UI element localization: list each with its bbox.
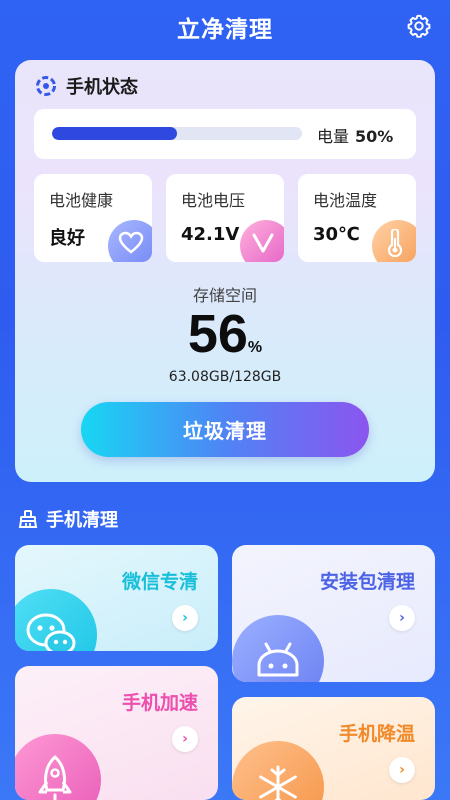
tile-label: 电池温度 bbox=[313, 191, 378, 210]
battery-label: 电量 bbox=[317, 127, 350, 146]
battery-value: 50% bbox=[355, 127, 394, 146]
tile-label: 电池健康 bbox=[49, 191, 114, 210]
wechat-icon bbox=[15, 589, 97, 651]
card-title: 手机状态 bbox=[66, 77, 138, 98]
feature-title: 微信专清 bbox=[121, 571, 198, 593]
chevron-right-icon[interactable]: › bbox=[389, 757, 415, 783]
tile-label: 电池电压 bbox=[181, 191, 246, 210]
junk-clean-button[interactable]: 垃圾清理 bbox=[81, 402, 369, 457]
phone-status-card: 手机状态 电量 50% 电池健康 良好 电池电压 42.1V 电池温度 30℃ 存… bbox=[15, 60, 435, 482]
battery-voltage-tile[interactable]: 电池电压 42.1V bbox=[166, 174, 284, 262]
storage-percent-unit: % bbox=[247, 339, 263, 356]
snowflake-icon bbox=[232, 741, 324, 800]
app-title: 立净清理 bbox=[177, 17, 273, 43]
section-title: 手机清理 bbox=[46, 510, 118, 531]
package-clean-card[interactable]: 安装包清理 › bbox=[232, 545, 435, 682]
voltage-v-icon bbox=[240, 220, 284, 262]
tile-value: 良好 bbox=[49, 228, 85, 249]
chevron-right-icon[interactable]: › bbox=[389, 605, 415, 631]
rocket-icon bbox=[15, 734, 101, 800]
heart-icon bbox=[108, 220, 152, 262]
feature-title: 手机降温 bbox=[338, 723, 415, 745]
chevron-right-icon[interactable]: › bbox=[172, 726, 198, 752]
thermometer-icon bbox=[372, 220, 416, 262]
chevron-right-icon[interactable]: › bbox=[172, 605, 198, 631]
battery-progress-bar bbox=[52, 127, 302, 140]
phone-clean-header: 手机清理 bbox=[18, 507, 118, 531]
feature-title: 安装包清理 bbox=[319, 571, 415, 593]
storage-detail: 63.08GB/128GB bbox=[168, 369, 282, 385]
tile-value: 30℃ bbox=[313, 224, 360, 245]
feature-title: 手机加速 bbox=[121, 692, 198, 714]
android-icon bbox=[232, 615, 324, 682]
phone-speedup-card[interactable]: 手机加速 › bbox=[15, 666, 218, 800]
top-bar: 立净清理 bbox=[0, 0, 450, 52]
battery-health-tile[interactable]: 电池健康 良好 bbox=[34, 174, 152, 262]
battery-level-text: 电量 50% bbox=[317, 123, 393, 147]
phone-cooldown-card[interactable]: 手机降温 › bbox=[232, 697, 435, 800]
battery-temperature-tile[interactable]: 电池温度 30℃ bbox=[298, 174, 416, 262]
broom-icon bbox=[18, 510, 38, 528]
phone-status-header: 手机状态 bbox=[35, 74, 138, 98]
gear-icon[interactable] bbox=[406, 13, 432, 39]
wechat-clean-card[interactable]: 微信专清 › bbox=[15, 545, 218, 651]
battery-progress-fill bbox=[52, 127, 177, 140]
phone-status-icon bbox=[36, 76, 56, 96]
tile-value: 42.1V bbox=[181, 224, 240, 245]
storage-percent-number: 56 bbox=[187, 304, 248, 364]
storage-percent: 56% bbox=[15, 303, 435, 365]
battery-level-box: 电量 50% bbox=[34, 109, 416, 159]
